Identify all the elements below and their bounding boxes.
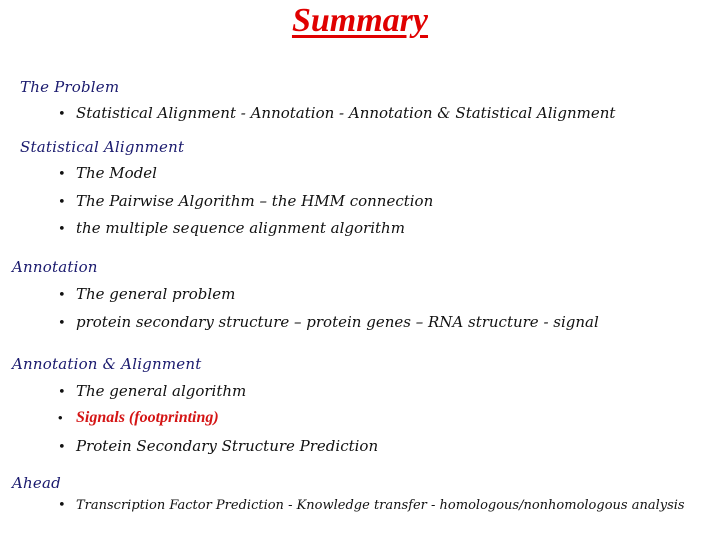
bullet-item: • Transcription Factor Prediction - Knowl… [58, 498, 685, 513]
bullet-icon: • [58, 107, 66, 122]
bullet-icon: • [58, 410, 63, 425]
section-heading-annotation-alignment: Annotation & Alignment [12, 355, 202, 373]
slide-title: Summary [291, 2, 429, 39]
bullet-icon: • [58, 385, 66, 400]
bullet-item: • The general algorithm [58, 382, 247, 400]
bullet-item: • Protein Secondary Structure Prediction [58, 437, 379, 455]
bullet-item: • The Model [58, 164, 157, 182]
section-heading-ahead: Ahead [12, 474, 61, 492]
bullet-item: • The Pairwise Algorithm – the HMM connec… [58, 192, 434, 210]
bullet-icon: • [58, 498, 66, 513]
bullet-icon: • [58, 167, 66, 182]
bullet-item-highlighted: • Signals (footprinting) [58, 409, 219, 426]
bullet-icon: • [58, 288, 66, 303]
bullet-icon: • [58, 222, 66, 237]
bullet-item: • Statistical Alignment - Annotation - An… [58, 104, 616, 122]
bullet-icon: • [58, 440, 66, 455]
section-heading-problem: The Problem [20, 78, 120, 96]
bullet-item: • protein secondary structure – protein g… [58, 313, 599, 331]
bullet-item: • the multiple sequence alignment algorit… [58, 219, 405, 237]
section-heading-annotation: Annotation [12, 258, 98, 276]
section-heading-statistical-alignment: Statistical Alignment [20, 138, 185, 156]
bullet-icon: • [58, 195, 66, 210]
bullet-icon: • [58, 316, 66, 331]
bullet-item: • The general problem [58, 285, 236, 303]
